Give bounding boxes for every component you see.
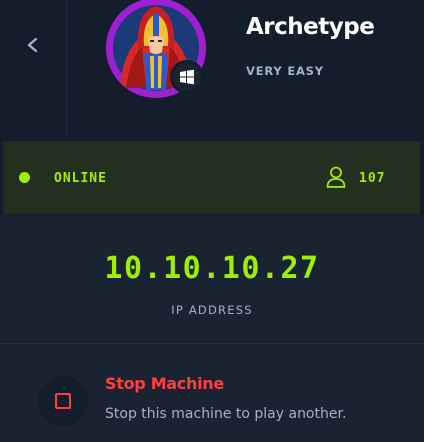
stop-square-icon	[55, 393, 71, 409]
machine-status-bar: ONLINE 107	[3, 141, 420, 214]
stop-machine-description: Stop this machine to play another.	[105, 406, 347, 422]
machine-header: Archetype VERY EASY	[0, 0, 424, 140]
difficulty-label: VERY EASY	[246, 64, 324, 78]
ip-address-panel: 10.10.10.27 IP ADDRESS	[0, 215, 424, 343]
user-icon	[326, 166, 346, 188]
stop-machine-button[interactable]	[38, 376, 88, 426]
active-user-count: 107	[359, 171, 386, 186]
ip-address-value[interactable]: 10.10.10.27	[0, 251, 424, 286]
stop-machine-panel: Stop Machine Stop this machine to play a…	[0, 344, 424, 442]
online-status-dot-icon	[19, 172, 30, 183]
machine-name: Archetype	[246, 14, 375, 40]
back-column	[0, 0, 67, 140]
chevron-left-icon[interactable]	[25, 37, 41, 53]
stop-machine-title[interactable]: Stop Machine	[105, 374, 224, 393]
machine-avatar	[106, 0, 206, 98]
ip-address-label: IP ADDRESS	[171, 303, 253, 317]
windows-icon	[170, 60, 204, 94]
status-label: ONLINE	[54, 171, 107, 186]
